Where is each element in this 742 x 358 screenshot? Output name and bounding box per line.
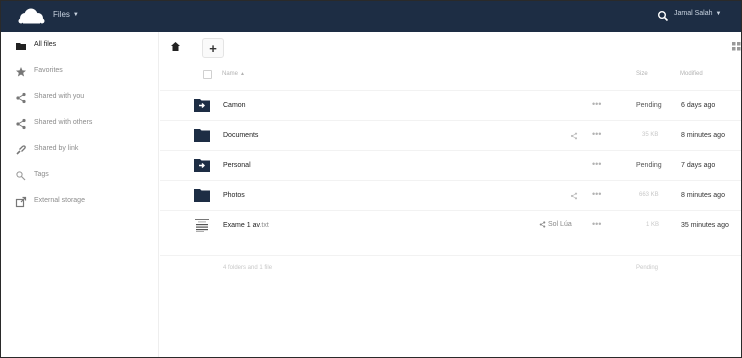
document-thumbnail-icon: [195, 219, 209, 232]
column-header-size[interactable]: Size: [636, 71, 648, 77]
table-row[interactable]: Photos ••• 663 KB 8 minutes ago: [160, 180, 741, 210]
share-icon: [16, 92, 26, 104]
folder-icon: [194, 129, 210, 142]
share-icon[interactable]: [570, 132, 578, 140]
file-name-text: Photos: [223, 192, 245, 199]
caret-down-icon: ▼: [715, 10, 722, 17]
file-extension: .txt: [259, 222, 269, 229]
sidebar-item-label: All files: [34, 41, 57, 48]
sidebar-item-favorites[interactable]: Favorites: [1, 59, 159, 85]
file-name[interactable]: Exame 1 av.txt: [223, 222, 269, 229]
sidebar-item-shared-with-others[interactable]: Shared with others: [1, 111, 159, 137]
table-row[interactable]: Documents ••• 35 KB 8 minutes ago: [160, 120, 741, 150]
sidebar-item-label: External storage: [34, 197, 85, 204]
file-name-text: Camon: [223, 102, 246, 109]
more-actions-icon[interactable]: •••: [592, 99, 601, 109]
shared-with-name: Sol Lúa: [548, 221, 572, 228]
summary-count: 4 folders and 1 file: [223, 265, 273, 271]
app-name: Files: [53, 10, 70, 19]
tag-icon: [16, 171, 26, 181]
user-menu-button[interactable]: Jamal Salah ▼: [674, 10, 721, 17]
more-actions-icon[interactable]: •••: [592, 189, 601, 199]
file-modified: 8 minutes ago: [681, 132, 725, 139]
column-header-modified[interactable]: Modified: [680, 71, 703, 77]
more-actions-icon[interactable]: •••: [592, 219, 601, 229]
shared-folder-icon: [194, 159, 210, 172]
file-name-text: Documents: [223, 132, 259, 139]
file-table-header: Name ▲ Size Modified: [160, 62, 741, 88]
search-icon[interactable]: [657, 10, 669, 22]
file-modified: 6 days ago: [681, 102, 716, 109]
caret-down-icon: ▼: [72, 11, 79, 18]
file-size: 1 KB: [646, 222, 660, 228]
file-modified: 8 minutes ago: [681, 192, 725, 199]
folder-icon: [194, 189, 210, 202]
share-icon[interactable]: [570, 192, 578, 200]
sidebar-item-all-files[interactable]: All files: [1, 33, 159, 59]
file-modified: 7 days ago: [681, 162, 716, 169]
shared-with-indicator[interactable]: Sol Lúa: [539, 221, 572, 228]
file-size: Pending: [636, 162, 662, 169]
file-name[interactable]: Camon: [223, 102, 246, 109]
sidebar-item-label: Shared with you: [34, 93, 85, 100]
star-icon: [16, 67, 26, 77]
user-name: Jamal Salah: [674, 10, 713, 17]
share-icon: [16, 118, 26, 130]
file-summary-row: 4 folders and 1 file Pending: [160, 255, 741, 277]
sidebar-item-label: Shared with others: [34, 119, 93, 126]
sidebar-item-external-storage[interactable]: External storage: [1, 189, 159, 215]
file-size: 35 KB: [642, 132, 659, 138]
file-name[interactable]: Personal: [223, 162, 251, 169]
file-size: Pending: [636, 102, 662, 109]
column-header-label: Name: [222, 71, 239, 77]
file-name-text: Exame 1 av: [223, 222, 260, 229]
sidebar-item-label: Shared by link: [34, 145, 79, 152]
new-button[interactable]: +: [202, 38, 224, 58]
file-name[interactable]: Photos: [223, 192, 245, 199]
folder-icon: [16, 43, 26, 50]
plus-icon: +: [209, 40, 217, 56]
sidebar-item-label: Favorites: [34, 67, 63, 74]
column-header-name[interactable]: Name ▲: [222, 71, 245, 77]
summary-size: Pending: [636, 265, 659, 271]
sidebar-item-tags[interactable]: Tags: [1, 163, 159, 189]
file-modified: 35 minutes ago: [681, 222, 729, 229]
file-name-text: Personal: [223, 162, 251, 169]
cloud-logo-icon[interactable]: [17, 8, 45, 25]
table-row[interactable]: Personal ••• Pending 7 days ago: [160, 150, 741, 180]
app-window: Files ▼ Jamal Salah ▼ All files Favorite…: [0, 0, 742, 358]
table-row[interactable]: Exame 1 av.txt Sol Lúa ••• 1 KB 35 minut…: [160, 210, 741, 240]
sidebar: All files Favorites Shared with you Shar…: [1, 32, 159, 357]
controls-bar: +: [160, 32, 741, 62]
file-size: 663 KB: [639, 192, 659, 198]
shared-folder-icon: [194, 99, 210, 112]
grid-view-icon[interactable]: [732, 42, 741, 51]
file-name[interactable]: Documents: [223, 132, 258, 139]
more-actions-icon[interactable]: •••: [592, 129, 601, 139]
more-actions-icon[interactable]: •••: [592, 159, 601, 169]
external-storage-icon: [15, 196, 27, 208]
select-all-checkbox[interactable]: [203, 70, 212, 79]
sidebar-item-shared-by-link[interactable]: Shared by link: [1, 137, 159, 163]
sidebar-item-shared-with-you[interactable]: Shared with you: [1, 85, 159, 111]
home-icon[interactable]: [170, 41, 181, 52]
share-icon: [539, 221, 546, 228]
link-icon: [16, 145, 26, 155]
table-row[interactable]: Camon ••• Pending 6 days ago: [160, 90, 741, 120]
app-menu-button[interactable]: Files ▼: [53, 10, 79, 19]
header-bar: Files ▼ Jamal Salah ▼: [1, 1, 741, 32]
sort-caret-icon: ▲: [240, 71, 245, 77]
sidebar-item-label: Tags: [34, 171, 49, 178]
